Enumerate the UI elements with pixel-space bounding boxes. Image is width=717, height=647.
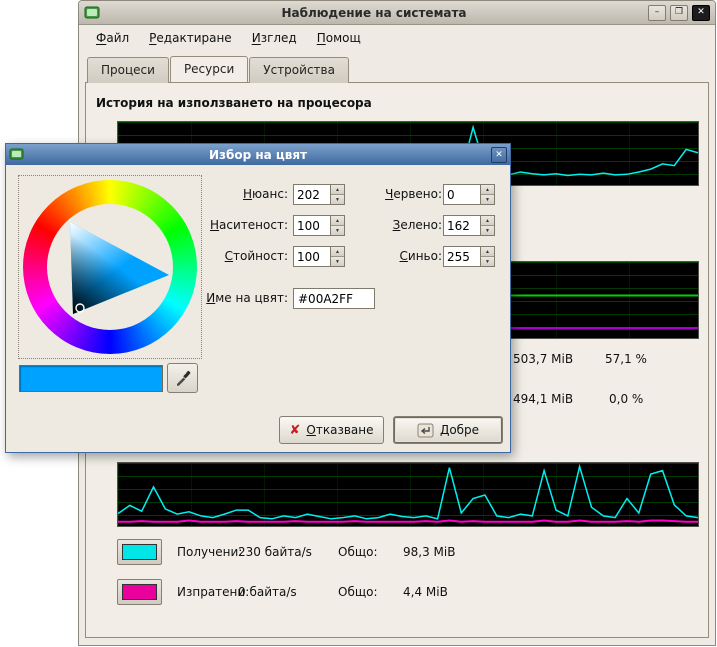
menu-view[interactable]: Изглед bbox=[243, 28, 306, 48]
sv-triangle[interactable] bbox=[23, 180, 197, 354]
blue-input[interactable] bbox=[444, 247, 480, 266]
saturation-spinner[interactable]: ▲▼ bbox=[293, 215, 345, 236]
color-wheel[interactable] bbox=[23, 180, 197, 354]
red-label: Червено: bbox=[340, 184, 442, 205]
dialog-titlebar[interactable]: Избор на цвят ✕ bbox=[6, 144, 510, 165]
red-down-arrow[interactable]: ▼ bbox=[481, 194, 494, 204]
cancel-icon: ✘ bbox=[290, 423, 301, 438]
memory-amount: 503,7 MiB bbox=[513, 352, 573, 366]
green-label: Зелено: bbox=[340, 215, 442, 236]
window-title: Наблюдение на системата bbox=[104, 6, 644, 20]
value-label: Стойност: bbox=[116, 246, 288, 267]
color-name-input[interactable] bbox=[293, 288, 375, 309]
menu-file[interactable]: Файл bbox=[87, 28, 138, 48]
color-picker-dialog: Избор на цвят ✕ bbox=[5, 143, 511, 453]
saturation-input[interactable] bbox=[294, 216, 330, 235]
green-down-arrow[interactable]: ▼ bbox=[481, 225, 494, 235]
received-rate: 230 байта/s bbox=[238, 545, 312, 559]
menu-edit[interactable]: Редактиране bbox=[140, 28, 241, 48]
sent-rate: 0 байта/s bbox=[238, 585, 297, 599]
swap-percent: 0,0 % bbox=[609, 392, 643, 406]
cancel-button[interactable]: ✘ Отказване bbox=[279, 416, 384, 444]
tab-processes[interactable]: Процеси bbox=[87, 57, 169, 83]
blue-spinner[interactable]: ▲▼ bbox=[443, 246, 495, 267]
dialog-close-button[interactable]: ✕ bbox=[491, 147, 507, 163]
menubar: Файл Редактиране Изглед Помощ bbox=[79, 25, 715, 51]
maximize-button[interactable]: ❐ bbox=[670, 5, 688, 21]
received-label: Получени: bbox=[177, 545, 242, 559]
ok-icon bbox=[417, 423, 434, 438]
cpu-history-heading: История на използването на процесора bbox=[96, 96, 372, 110]
green-up-arrow[interactable]: ▲ bbox=[481, 216, 494, 225]
saturation-label: Наситеност: bbox=[116, 215, 288, 236]
cancel-label: Отказване bbox=[306, 423, 373, 437]
red-input[interactable] bbox=[444, 185, 480, 204]
notebook-tabs: Процеси Ресурси Устройства bbox=[79, 51, 715, 81]
dialog-title: Избор на цвят bbox=[29, 148, 487, 162]
red-spinner[interactable]: ▲▼ bbox=[443, 184, 495, 205]
value-input[interactable] bbox=[294, 247, 330, 266]
sent-total: 4,4 MiB bbox=[403, 585, 448, 599]
received-total-label: Общо: bbox=[338, 545, 378, 559]
dialog-icon bbox=[9, 148, 25, 162]
network-history-chart bbox=[117, 462, 699, 527]
close-button[interactable]: ✕ bbox=[692, 5, 710, 21]
received-color-swatch bbox=[122, 544, 157, 560]
dialog-body: Нюанс: ▲▼ Наситеност: ▲▼ Стойност: ▲▼ Че… bbox=[6, 165, 510, 452]
swap-amount: 494,1 MiB bbox=[513, 392, 573, 406]
ok-button[interactable]: Добре bbox=[393, 416, 503, 444]
received-total: 98,3 MiB bbox=[403, 545, 455, 559]
main-titlebar[interactable]: Наблюдение на системата – ❐ ✕ bbox=[79, 1, 715, 25]
menu-help[interactable]: Помощ bbox=[308, 28, 370, 48]
minimize-button[interactable]: – bbox=[648, 5, 666, 21]
blue-down-arrow[interactable]: ▼ bbox=[481, 256, 494, 266]
memory-percent: 57,1 % bbox=[605, 352, 647, 366]
eyedropper-icon bbox=[174, 369, 192, 387]
eyedropper-button[interactable] bbox=[167, 363, 198, 393]
hue-spinner[interactable]: ▲▼ bbox=[293, 184, 345, 205]
blue-up-arrow[interactable]: ▲ bbox=[481, 247, 494, 256]
tab-resources[interactable]: Ресурси bbox=[170, 56, 248, 82]
tab-devices[interactable]: Устройства bbox=[249, 57, 349, 83]
red-up-arrow[interactable]: ▲ bbox=[481, 185, 494, 194]
blue-label: Синьо: bbox=[340, 246, 442, 267]
color-name-label: Име на цвят: bbox=[116, 288, 288, 309]
green-spinner[interactable]: ▲▼ bbox=[443, 215, 495, 236]
app-icon bbox=[84, 6, 100, 20]
hue-label: Нюанс: bbox=[116, 184, 288, 205]
hue-input[interactable] bbox=[294, 185, 330, 204]
ok-label: Добре bbox=[440, 423, 479, 437]
received-color-button[interactable] bbox=[117, 539, 162, 565]
value-spinner[interactable]: ▲▼ bbox=[293, 246, 345, 267]
color-preview-swatch bbox=[19, 365, 163, 392]
sent-color-swatch bbox=[122, 584, 157, 600]
sent-color-button[interactable] bbox=[117, 579, 162, 605]
green-input[interactable] bbox=[444, 216, 480, 235]
sent-total-label: Общо: bbox=[338, 585, 378, 599]
